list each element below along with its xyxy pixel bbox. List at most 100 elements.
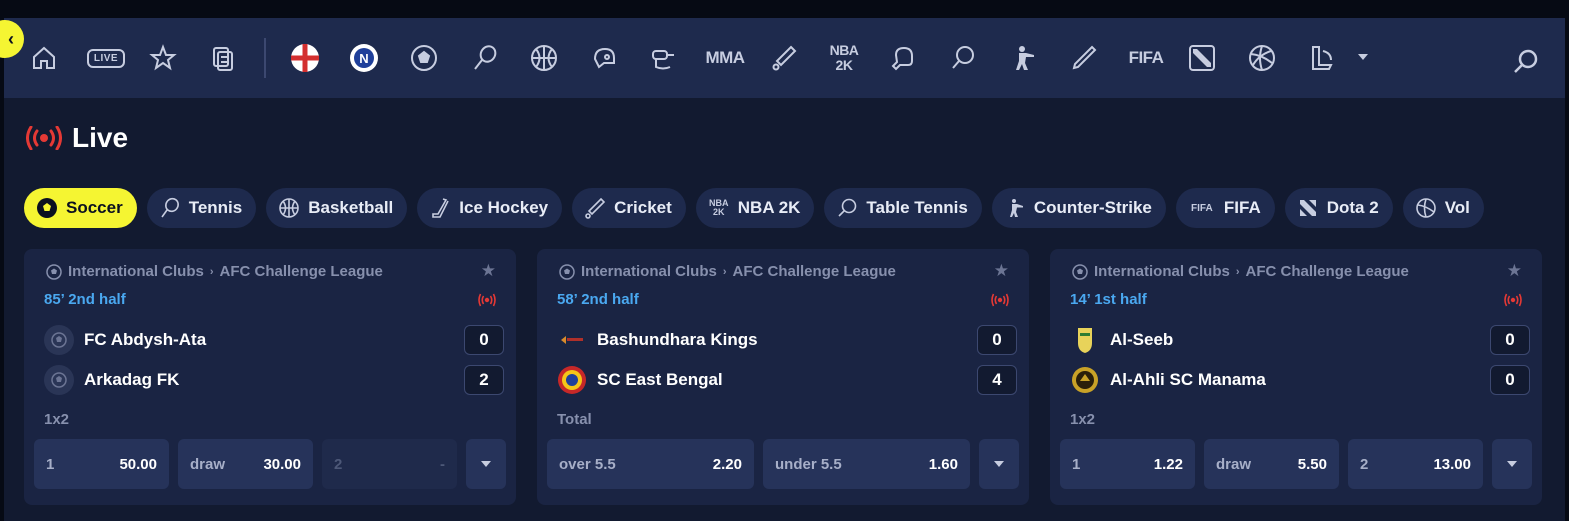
england-flag-icon[interactable] — [287, 40, 323, 76]
more-markets-button[interactable] — [979, 439, 1019, 489]
match-card[interactable]: International Clubs › AFC Challenge Leag… — [24, 249, 516, 505]
app: LIVE N MMA NBA 2K FIFA Live Soccer Tenni… — [4, 18, 1565, 521]
chip-soccer[interactable]: Soccer — [24, 188, 137, 228]
league-breadcrumb[interactable]: International Clubs › AFC Challenge Leag… — [1072, 263, 1409, 280]
odds-row: 1 1.22 draw 5.50 2 13.00 — [1060, 439, 1532, 489]
match-card[interactable]: International Clubs › AFC Challenge Leag… — [537, 249, 1029, 505]
chip-nba-2k[interactable]: NBA 2K NBA 2K — [695, 188, 815, 228]
odd-value: - — [440, 455, 445, 473]
favorite-star-icon[interactable]: ★ — [1507, 261, 1522, 281]
home-team: Al-Seeb — [1070, 325, 1173, 355]
table-tennis-paddle-icon[interactable] — [766, 40, 802, 76]
live-icon[interactable]: LIVE — [84, 40, 128, 76]
odd-label: 1 — [1072, 455, 1081, 473]
volleyball-icon[interactable] — [1244, 40, 1280, 76]
league-breadcrumb[interactable]: International Clubs › AFC Challenge Leag… — [559, 263, 896, 280]
chip-fifa[interactable]: FIFA FIFA — [1175, 188, 1275, 228]
odd-value: 1.60 — [928, 455, 958, 473]
away-score: 4 — [977, 365, 1017, 395]
chip-label: Basketball — [308, 198, 394, 217]
al-seeb-logo-icon — [1070, 325, 1100, 355]
odd-button-draw[interactable]: draw 30.00 — [178, 439, 313, 489]
more-markets-button[interactable] — [1492, 439, 1532, 489]
team-name: Al-Seeb — [1110, 330, 1174, 349]
nba2k-icon: NBA 2K — [708, 197, 730, 219]
ice-hockey-icon — [429, 197, 451, 219]
chip-counter-strike[interactable]: Counter-Strike — [991, 188, 1166, 228]
soccer-ball-icon — [36, 197, 58, 219]
chip-dota-2[interactable]: Dota 2 — [1284, 188, 1393, 228]
favorite-star-icon[interactable]: ★ — [994, 261, 1009, 281]
team-name: SC East Bengal — [597, 370, 723, 389]
chip-ice-hockey[interactable]: Ice Hockey — [417, 188, 563, 228]
team-name: Bashundhara Kings — [597, 330, 758, 349]
chip-basketball[interactable]: Basketball — [266, 188, 408, 228]
league-of-legends-icon[interactable] — [1304, 40, 1340, 76]
odd-button-over[interactable]: over 5.5 2.20 — [547, 439, 754, 489]
soccer-ball-icon — [1072, 263, 1088, 280]
odd-button-home[interactable]: 1 1.22 — [1060, 439, 1195, 489]
cricket-icon — [584, 197, 606, 219]
chevron-right-icon: › — [1235, 265, 1240, 278]
favorite-star-icon[interactable]: ★ — [481, 261, 496, 281]
odd-button-away[interactable]: 2 13.00 — [1348, 439, 1483, 489]
odd-value: 1.22 — [1153, 455, 1183, 473]
chip-tennis[interactable]: Tennis — [146, 188, 257, 228]
table-tennis-icon — [836, 197, 858, 219]
chevron-right-icon: › — [209, 265, 214, 278]
favorites-icon[interactable] — [145, 40, 181, 76]
match-time: 14’ 1st half — [1070, 291, 1147, 308]
al-ahli-manama-logo-icon — [1070, 365, 1100, 395]
away-score: 0 — [1490, 365, 1530, 395]
mma-icon[interactable]: MMA — [705, 40, 745, 76]
betslip-icon[interactable] — [205, 40, 241, 76]
odd-value: 30.00 — [263, 455, 301, 473]
match-card[interactable]: International Clubs › AFC Challenge Leag… — [1050, 249, 1542, 505]
chip-volleyball[interactable]: Vol — [1402, 188, 1484, 228]
cricket-icon[interactable] — [645, 40, 681, 76]
nba2k-sub-label: 2K — [835, 57, 853, 73]
tennis-icon[interactable] — [467, 40, 503, 76]
chip-label: Vol — [1444, 198, 1470, 217]
nav-divider — [264, 38, 266, 78]
away-team: Arkadag FK — [44, 365, 179, 395]
nations-league-icon[interactable]: N — [346, 40, 382, 76]
odd-button-under[interactable]: under 5.5 1.60 — [763, 439, 970, 489]
chevron-down-icon — [481, 461, 491, 467]
league-breadcrumb[interactable]: International Clubs › AFC Challenge Leag… — [46, 263, 383, 280]
boxing-icon[interactable] — [885, 40, 921, 76]
odd-label: under 5.5 — [775, 455, 842, 473]
odd-button-draw[interactable]: draw 5.50 — [1204, 439, 1339, 489]
chip-cricket[interactable]: Cricket — [572, 188, 686, 228]
nba2k-label: NBA — [829, 42, 859, 58]
chevron-down-icon — [1507, 461, 1517, 467]
chip-label: Soccer — [66, 198, 123, 217]
more-markets-button[interactable] — [466, 439, 506, 489]
tennis-icon — [159, 197, 181, 219]
more-sports-caret-icon[interactable] — [1358, 54, 1368, 60]
dota2-icon — [1297, 197, 1319, 219]
odd-button-home[interactable]: 1 50.00 — [34, 439, 169, 489]
chip-label: Ice Hockey — [459, 198, 549, 217]
fifa-icon-text: FIFA — [1191, 202, 1213, 214]
fifa-icon[interactable]: FIFA — [1124, 40, 1168, 76]
chip-label: NBA 2K — [737, 198, 801, 217]
dota2-icon[interactable] — [1184, 40, 1220, 76]
basketball-icon[interactable] — [526, 40, 562, 76]
league-category: International Clubs — [1094, 263, 1230, 280]
chip-label: Tennis — [188, 198, 243, 217]
nba2k-icon[interactable]: NBA 2K — [826, 40, 862, 76]
table-tennis-icon[interactable] — [945, 40, 981, 76]
counter-strike-icon — [1004, 197, 1026, 219]
soccer-icon[interactable] — [406, 40, 442, 76]
chip-label: Dota 2 — [1326, 198, 1379, 217]
search-icon[interactable] — [1508, 44, 1544, 80]
odd-label: 2 — [334, 455, 343, 473]
home-icon[interactable] — [26, 40, 62, 76]
ice-hockey-icon[interactable] — [586, 40, 622, 76]
chip-table-tennis[interactable]: Table Tennis — [824, 188, 982, 228]
page-title: Live — [72, 122, 129, 153]
counter-strike-icon[interactable] — [1005, 40, 1041, 76]
baseball-icon[interactable] — [1065, 40, 1101, 76]
team-name: Arkadag FK — [84, 370, 180, 389]
